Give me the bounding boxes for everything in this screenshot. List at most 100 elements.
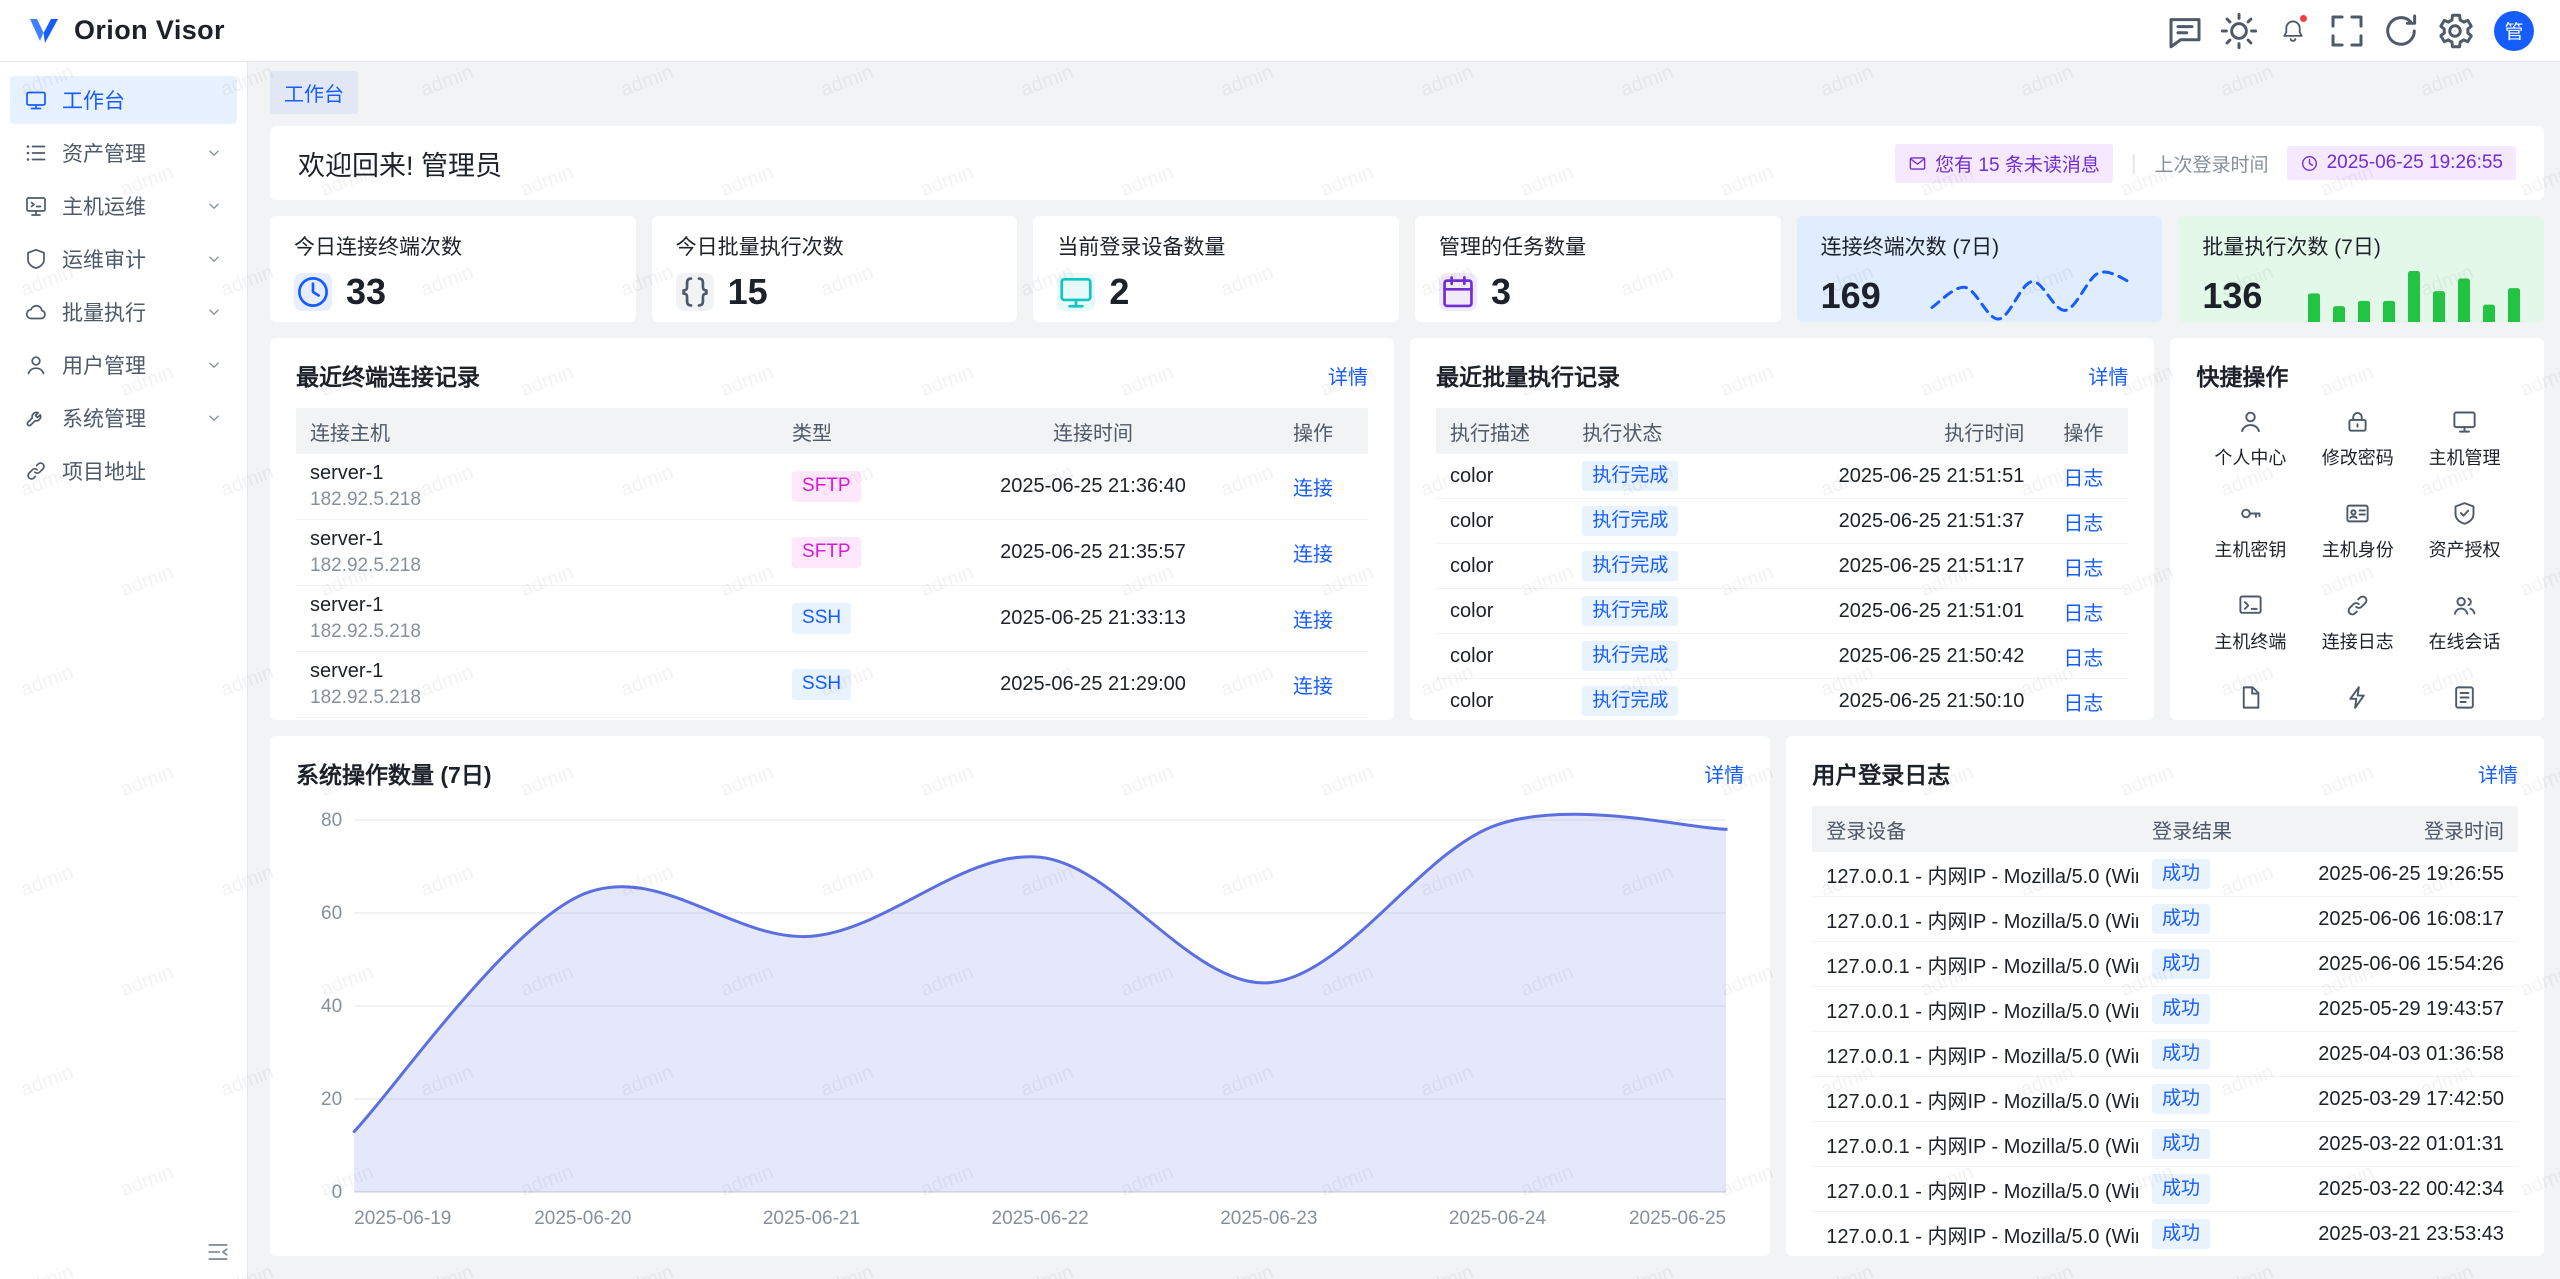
login-time: 2025-04-03 01:36:58 xyxy=(2268,1043,2518,1066)
status-badge: 执行完成 xyxy=(1582,641,1678,672)
top-header: Orion Visor 管 xyxy=(0,0,2560,62)
list-icon xyxy=(2451,684,2478,711)
settings-gear-icon[interactable] xyxy=(2434,10,2476,52)
asset-list-icon xyxy=(24,141,48,165)
app-title: Orion Visor xyxy=(74,15,225,46)
theme-sun-icon[interactable] xyxy=(2218,10,2260,52)
user-icon xyxy=(2237,408,2264,435)
connect-link[interactable]: 连接 xyxy=(1293,610,1333,632)
sidebar-item-batch-exec[interactable]: 批量执行 xyxy=(10,288,237,336)
table-row: 127.0.0.1 - 内网IP - Mozilla/5.0 (Windows … xyxy=(1812,1122,2518,1167)
quick-action-host-keys[interactable]: 主机密钥 xyxy=(2196,500,2304,562)
login-time: 2025-06-06 15:54:26 xyxy=(2268,953,2518,976)
quick-action-host-identity[interactable]: 主机身份 xyxy=(2304,500,2411,562)
table-row: 127.0.0.1 - 内网IP - Mozilla/5.0 (Windows … xyxy=(1812,1167,2518,1212)
quick-action-profile[interactable]: 个人中心 xyxy=(2196,408,2304,470)
sidebar-item-label: 主机运维 xyxy=(62,191,191,221)
sidebar-item-host-ops[interactable]: 主机运维 xyxy=(10,182,237,230)
log-link[interactable]: 日志 xyxy=(2063,468,2103,490)
sidebar-item-asset-management[interactable]: 资产管理 xyxy=(10,129,237,177)
link-icon xyxy=(24,459,48,483)
log-link[interactable]: 日志 xyxy=(2063,648,2103,670)
svg-text:80: 80 xyxy=(321,810,342,831)
avatar[interactable]: 管 xyxy=(2494,11,2534,51)
col-type: 类型 xyxy=(778,417,928,446)
quick-action-connection-logs[interactable]: 连接日志 xyxy=(2304,592,2411,654)
result-badge: 成功 xyxy=(2152,949,2210,980)
notification-bell-icon[interactable] xyxy=(2272,10,2314,52)
breadcrumb-item-workbench[interactable]: 工作台 xyxy=(270,71,358,114)
log-link[interactable]: 日志 xyxy=(2063,603,2103,625)
connect-time: 2025-06-25 21:35:57 xyxy=(928,541,1258,564)
host-ip: 182.92.5.218 xyxy=(310,553,764,579)
login-time: 2025-05-29 19:43:57 xyxy=(2268,998,2518,1021)
quick-action-host-terminal[interactable]: 主机终端 xyxy=(2196,592,2304,654)
connect-link[interactable]: 连接 xyxy=(1293,676,1333,698)
table-row: color 执行完成 2025-06-25 21:50:42 日志 xyxy=(1436,634,2128,679)
ops-detail-link[interactable]: 详情 xyxy=(1704,759,1744,788)
login-device: 127.0.0.1 - 内网IP - Mozilla/5.0 (Windows … xyxy=(1812,1130,2138,1159)
calendar-icon xyxy=(1439,273,1477,311)
stat-card-batch-today: 今日批量执行次数 15 xyxy=(652,216,1018,322)
table-header: 连接主机 类型 连接时间 操作 xyxy=(296,408,1368,454)
table-row: 127.0.0.1 - 内网IP - Mozilla/5.0 (Windows … xyxy=(1812,1212,2518,1256)
log-link[interactable]: 日志 xyxy=(2063,558,2103,580)
table-row: 127.0.0.1 - 内网IP - Mozilla/5.0 (Windows … xyxy=(1812,1032,2518,1077)
log-link[interactable]: 日志 xyxy=(2063,693,2103,715)
svg-text:2025-06-25: 2025-06-25 xyxy=(1629,1208,1726,1229)
key-icon xyxy=(2237,500,2264,527)
quick-action-online-sessions[interactable]: 在线会话 xyxy=(2411,592,2518,654)
sidebar-item-user-management[interactable]: 用户管理 xyxy=(10,341,237,389)
unread-messages-badge[interactable]: 您有 15 条未读消息 xyxy=(1895,144,2113,183)
quick-action-file-op-logs[interactable]: 文件操作日志 xyxy=(2196,684,2304,720)
host-ip: 182.92.5.218 xyxy=(310,619,764,645)
sidebar-collapse-icon[interactable] xyxy=(205,1239,231,1265)
monitor-icon xyxy=(2451,408,2478,435)
quick-action-command-exec[interactable]: 命令执行 xyxy=(2304,684,2411,720)
connect-time: 2025-06-25 21:29:00 xyxy=(928,673,1258,696)
sidebar-item-ops-audit[interactable]: 运维审计 xyxy=(10,235,237,283)
log-link[interactable]: 日志 xyxy=(2063,513,2103,535)
panel-title: 系统操作数量 (7日) xyxy=(296,756,492,790)
quick-action-change-password[interactable]: 修改密码 xyxy=(2304,408,2411,470)
sidebar-item-workbench[interactable]: 工作台 xyxy=(10,76,237,124)
login-detail-link[interactable]: 详情 xyxy=(2478,759,2518,788)
terminal-detail-link[interactable]: 详情 xyxy=(1328,361,1368,390)
refresh-icon[interactable] xyxy=(2380,10,2422,52)
panel-title: 最近批量执行记录 xyxy=(1436,358,1620,392)
sidebar-item-project-url[interactable]: 项目地址 xyxy=(10,447,237,495)
exec-time: 2025-06-25 21:51:37 xyxy=(1738,510,2038,533)
monitor-icon xyxy=(1057,273,1095,311)
system-operations-panel: 系统操作数量 (7日) 详情 0204060802025-06-192025-0… xyxy=(270,736,1770,1256)
tool-icon xyxy=(24,406,48,430)
stat-card-login-devices: 当前登录设备数量 2 xyxy=(1033,216,1399,322)
sidebar-item-label: 运维审计 xyxy=(62,244,191,274)
col-action: 操作 xyxy=(2038,417,2128,446)
login-device: 127.0.0.1 - 内网IP - Mozilla/5.0 (Windows … xyxy=(1812,1085,2138,1114)
connect-link[interactable]: 连接 xyxy=(1293,478,1333,500)
col-result: 登录结果 xyxy=(2138,815,2268,844)
table-row: 127.0.0.1 - 内网IP - Mozilla/5.0 (Windows … xyxy=(1812,987,2518,1032)
login-device: 127.0.0.1 - 内网IP - Mozilla/5.0 (Windows … xyxy=(1812,860,2138,889)
exec-desc: color xyxy=(1436,690,1568,713)
col-device: 登录设备 xyxy=(1812,815,2138,844)
terminal-icon xyxy=(2237,592,2264,619)
login-device: 127.0.0.1 - 内网IP - Mozilla/5.0 (Windows … xyxy=(1812,905,2138,934)
sidebar-item-system-management[interactable]: 系统管理 xyxy=(10,394,237,442)
quick-action-host-management[interactable]: 主机管理 xyxy=(2411,408,2518,470)
sidebar-menu: 工作台 资产管理 主机运维 运维审计 批量执行 用户管理 xyxy=(0,76,247,495)
exec-time: 2025-06-25 21:51:01 xyxy=(1738,600,2038,623)
sidebar-item-label: 系统管理 xyxy=(62,403,191,433)
connect-link[interactable]: 连接 xyxy=(1293,544,1333,566)
quick-action-asset-auth[interactable]: 资产授权 xyxy=(2411,500,2518,562)
fullscreen-icon[interactable] xyxy=(2326,10,2368,52)
clock-icon xyxy=(2300,154,2319,173)
table-row: color 执行完成 2025-06-25 21:51:51 日志 xyxy=(1436,454,2128,499)
message-icon[interactable] xyxy=(2164,10,2206,52)
recent-batch-panel: 最近批量执行记录 详情 执行描述 执行状态 执行时间 操作 color 执行完成… xyxy=(1410,338,2154,720)
quick-action-exec-logs[interactable]: 执行日志 xyxy=(2411,684,2518,720)
welcome-title: 欢迎回来! 管理员 xyxy=(298,144,502,183)
batch-detail-link[interactable]: 详情 xyxy=(2088,361,2128,390)
stat-value: 2 xyxy=(1109,271,1129,313)
svg-text:20: 20 xyxy=(321,1089,342,1110)
